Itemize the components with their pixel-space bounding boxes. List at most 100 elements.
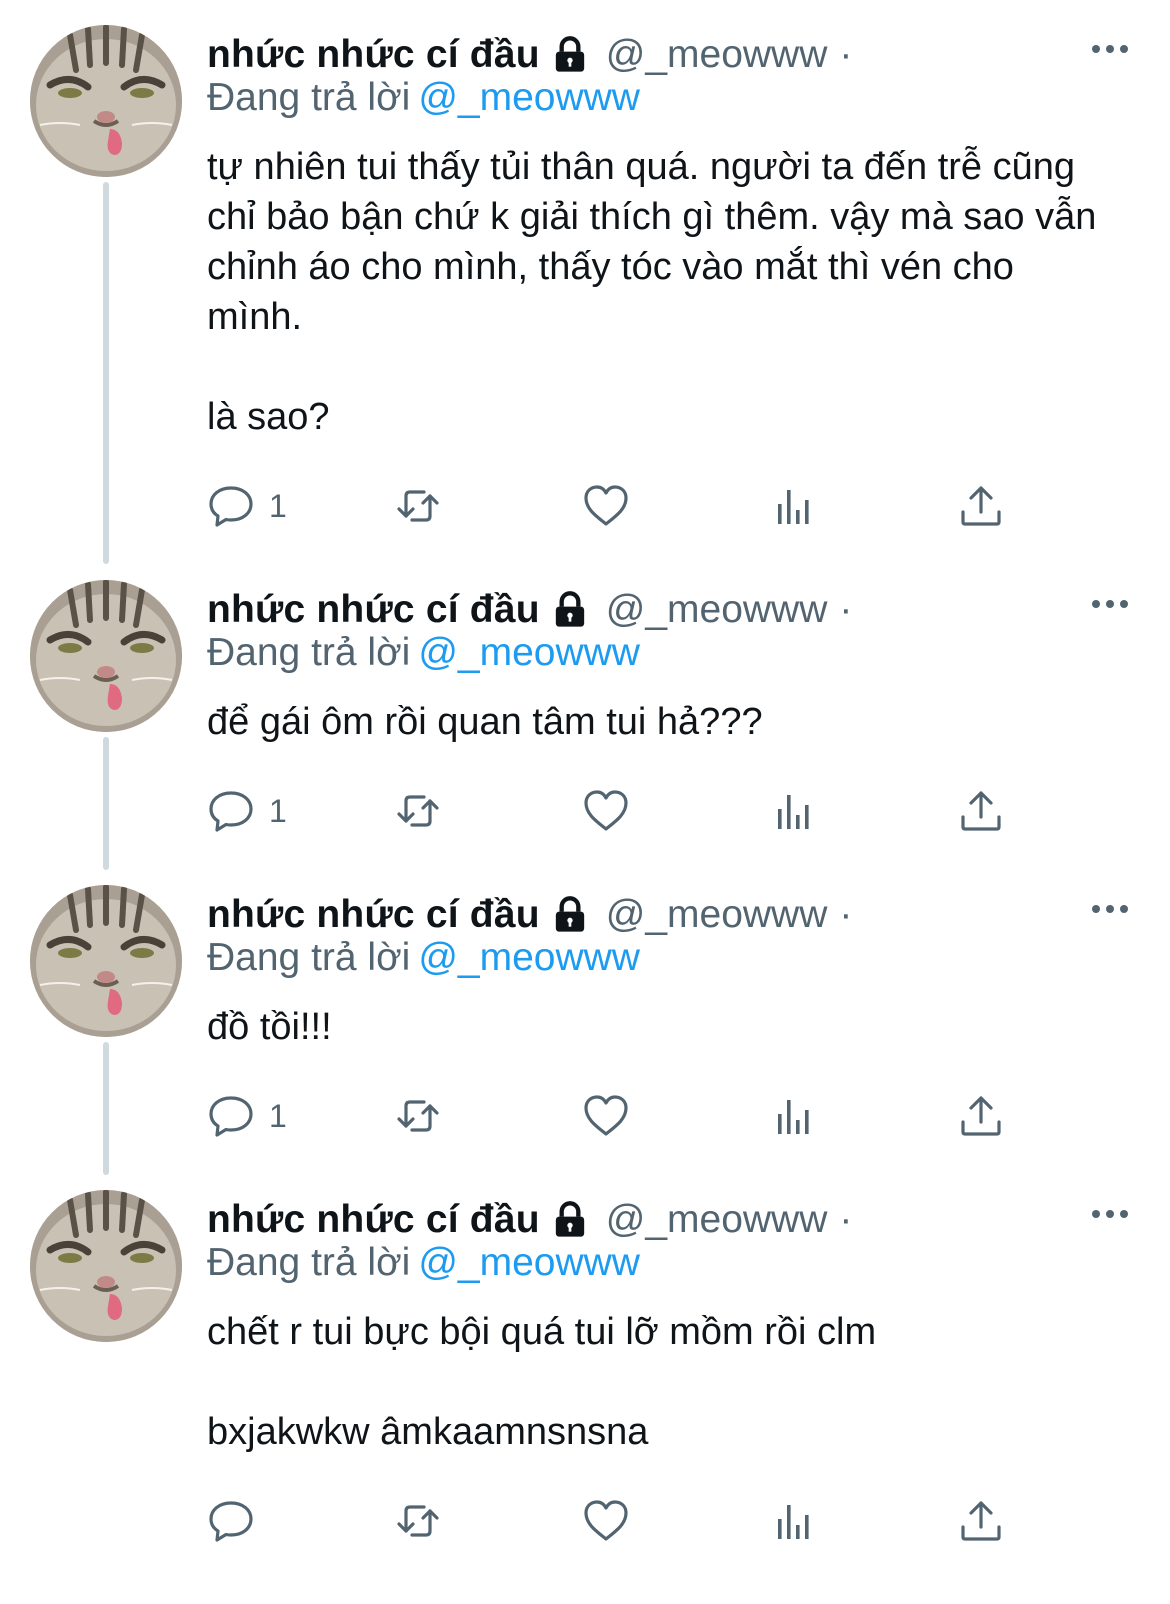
tweet[interactable]: nhức nhức cí đầu @_meowww · Đang trả lời… — [0, 860, 1170, 1175]
retweet-button[interactable] — [394, 1090, 442, 1142]
share-icon — [957, 787, 1005, 835]
replying-to-mention[interactable]: @_meowww — [418, 76, 640, 119]
reply-count: 1 — [269, 1097, 287, 1134]
tweet[interactable]: nhức nhức cí đầu @_meowww · Đang trả lời… — [0, 555, 1170, 870]
replying-to-mention[interactable]: @_meowww — [418, 1241, 640, 1284]
views-icon — [770, 1092, 818, 1140]
user-handle[interactable]: @_meowww — [606, 1198, 828, 1242]
reply-button[interactable]: 1 — [207, 785, 287, 837]
lock-icon — [550, 895, 590, 935]
reply-icon — [207, 482, 255, 530]
retweet-icon — [394, 482, 442, 530]
tweet-content: nhức nhức cí đầu @_meowww · Đang trả lời… — [207, 583, 1140, 747]
tweet[interactable]: nhức nhức cí đầu @_meowww · Đang trả lời… — [0, 0, 1170, 564]
reply-icon — [207, 1092, 255, 1140]
thread-connector — [103, 737, 109, 870]
avatar[interactable] — [30, 885, 182, 1037]
separator-dot: · — [839, 1198, 853, 1241]
display-name[interactable]: nhức nhức cí đầu — [207, 33, 540, 77]
share-icon — [957, 1092, 1005, 1140]
replying-to-label: Đang trả lời — [207, 76, 411, 119]
tweet-header: nhức nhức cí đầu @_meowww · — [207, 1193, 1140, 1247]
replying-to-label: Đang trả lời — [207, 936, 411, 979]
more-options-icon[interactable] — [1088, 34, 1132, 64]
tweet-actions — [207, 1495, 1037, 1547]
heart-icon — [582, 1092, 630, 1140]
share-button[interactable] — [957, 785, 1005, 837]
replying-to-mention[interactable]: @_meowww — [418, 936, 640, 979]
lock-icon — [550, 1200, 590, 1240]
retweet-icon — [394, 1497, 442, 1545]
user-handle[interactable]: @_meowww — [606, 893, 828, 937]
more-options-icon[interactable] — [1088, 589, 1132, 619]
retweet-icon — [394, 787, 442, 835]
heart-icon — [582, 482, 630, 530]
tweet-text: chết r tui bực bội quá tui lỡ mồm rồi cl… — [207, 1311, 877, 1453]
more-options-icon[interactable] — [1088, 894, 1132, 924]
like-button[interactable] — [582, 480, 630, 532]
share-icon — [957, 1497, 1005, 1545]
lock-icon — [550, 590, 590, 630]
views-button[interactable] — [770, 480, 818, 532]
separator-dot: · — [839, 33, 853, 76]
lock-icon — [550, 35, 590, 75]
share-button[interactable] — [957, 480, 1005, 532]
tweet-content: nhức nhức cí đầu @_meowww · Đang trả lời… — [207, 888, 1140, 1052]
share-button[interactable] — [957, 1090, 1005, 1142]
views-button[interactable] — [770, 785, 818, 837]
tweet-thread: nhức nhức cí đầu @_meowww · Đang trả lời… — [0, 0, 1170, 1604]
reply-count: 1 — [269, 792, 287, 829]
tweet-actions: 1 — [207, 785, 1037, 837]
tweet-text: để gái ôm rồi quan tâm tui hả??? — [207, 701, 763, 743]
tweet-actions: 1 — [207, 1090, 1037, 1142]
share-icon — [957, 482, 1005, 530]
avatar[interactable] — [30, 1190, 182, 1342]
views-icon — [770, 787, 818, 835]
share-button[interactable] — [957, 1495, 1005, 1547]
avatar[interactable] — [30, 580, 182, 732]
like-button[interactable] — [582, 1090, 630, 1142]
user-handle[interactable]: @_meowww — [606, 33, 828, 77]
thread-connector — [103, 1042, 109, 1175]
display-name[interactable]: nhức nhức cí đầu — [207, 893, 540, 937]
retweet-button[interactable] — [394, 785, 442, 837]
heart-icon — [582, 1497, 630, 1545]
reply-button[interactable]: 1 — [207, 480, 287, 532]
tweet-actions: 1 — [207, 480, 1037, 532]
more-options-icon[interactable] — [1088, 1199, 1132, 1229]
replying-to-label: Đang trả lời — [207, 1241, 411, 1284]
replying-to-label: Đang trả lời — [207, 631, 411, 674]
views-button[interactable] — [770, 1090, 818, 1142]
reply-icon — [207, 787, 255, 835]
reply-icon — [207, 1497, 255, 1545]
like-button[interactable] — [582, 1495, 630, 1547]
tweet-text: đồ tồi!!! — [207, 1006, 332, 1048]
avatar[interactable] — [30, 25, 182, 177]
thread-connector — [103, 182, 109, 564]
replying-to: Đang trả lời @_meowww — [207, 936, 1140, 990]
replying-to: Đang trả lời @_meowww — [207, 76, 1140, 130]
retweet-button[interactable] — [394, 1495, 442, 1547]
retweet-icon — [394, 1092, 442, 1140]
reply-button[interactable] — [207, 1495, 269, 1547]
heart-icon — [582, 787, 630, 835]
retweet-button[interactable] — [394, 480, 442, 532]
views-icon — [770, 482, 818, 530]
tweet-text: tự nhiên tui thấy tủi thân quá. người ta… — [207, 146, 1097, 438]
views-button[interactable] — [770, 1495, 818, 1547]
tweet-content: nhức nhức cí đầu @_meowww · Đang trả lời… — [207, 28, 1140, 442]
separator-dot: · — [839, 588, 853, 631]
like-button[interactable] — [582, 785, 630, 837]
display-name[interactable]: nhức nhức cí đầu — [207, 1198, 540, 1242]
reply-button[interactable]: 1 — [207, 1090, 287, 1142]
reply-count: 1 — [269, 487, 287, 524]
tweet-header: nhức nhức cí đầu @_meowww · — [207, 28, 1140, 82]
replying-to-mention[interactable]: @_meowww — [418, 631, 640, 674]
separator-dot: · — [839, 893, 853, 936]
user-handle[interactable]: @_meowww — [606, 588, 828, 632]
tweet-content: nhức nhức cí đầu @_meowww · Đang trả lời… — [207, 1193, 1140, 1457]
tweet-header: nhức nhức cí đầu @_meowww · — [207, 888, 1140, 942]
tweet[interactable]: nhức nhức cí đầu @_meowww · Đang trả lời… — [0, 1165, 1170, 1604]
display-name[interactable]: nhức nhức cí đầu — [207, 588, 540, 632]
replying-to: Đang trả lời @_meowww — [207, 1241, 1140, 1295]
